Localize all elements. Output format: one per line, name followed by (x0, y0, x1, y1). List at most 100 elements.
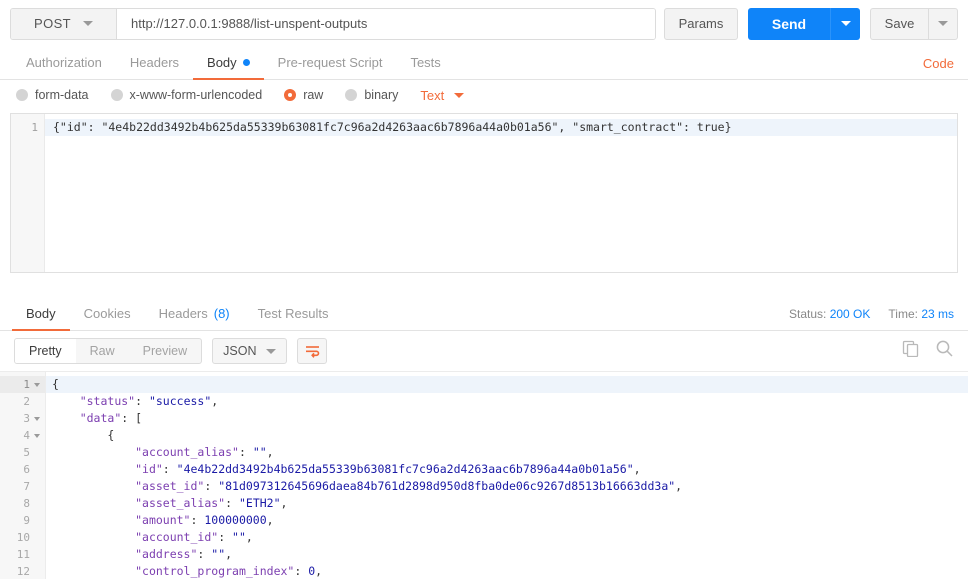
request-body-editor[interactable]: 1 {"id": "4e4b22dd3492b4b625da55339b6308… (10, 113, 958, 273)
body-modified-dot-icon (242, 59, 250, 66)
code-link-label: Code (922, 55, 954, 71)
radio-icon (110, 89, 123, 101)
response-editor-gutter: 12345678910111213 (0, 372, 46, 579)
view-mode-label: Preview (142, 344, 188, 358)
body-type-row: form-data x-www-form-urlencoded raw bina… (0, 80, 968, 110)
save-button[interactable]: Save (870, 7, 928, 40)
view-mode-pretty[interactable]: Pretty (15, 339, 76, 363)
tab-label: Test Results (257, 305, 329, 321)
code-link[interactable]: Code (923, 47, 954, 79)
search-icon (936, 340, 953, 357)
body-type-form-data[interactable]: form-data (16, 88, 89, 102)
response-tab-test-results[interactable]: Test Results (244, 297, 343, 331)
send-label: Send (771, 15, 807, 32)
word-wrap-icon (305, 345, 320, 358)
tab-tests[interactable]: Tests (396, 47, 454, 80)
send-options-button[interactable] (830, 7, 860, 40)
status-value: 200 OK (829, 306, 871, 321)
response-tab-body[interactable]: Body (12, 297, 70, 331)
response-actions (902, 331, 954, 371)
word-wrap-button[interactable] (297, 338, 328, 364)
copy-icon (902, 340, 919, 358)
send-button[interactable]: Send (748, 7, 830, 40)
status-label: Status: (789, 306, 827, 321)
raw-format-label: Text (420, 87, 445, 103)
tab-authorization[interactable]: Authorization (12, 47, 116, 80)
code-line: "id": "4e4b22dd3492b4b625da55339b63081fc… (135, 462, 641, 476)
chevron-down-icon (840, 21, 851, 26)
line-number: 4 (0, 427, 45, 444)
view-mode-label: Raw (89, 344, 115, 358)
request-editor-gutter: 1 (11, 114, 45, 272)
response-format-label: JSON (223, 344, 257, 358)
method-url-group: POST http://127.0.0.1:9888/list-unspent-… (10, 7, 656, 40)
body-type-label: binary (364, 88, 399, 102)
pane-divider[interactable] (0, 273, 968, 297)
code-line: "account_id": "", (135, 530, 253, 544)
code-line: "status": "success", (79, 394, 219, 408)
time-label: Time: (888, 306, 918, 321)
request-body-text: {"id": "4e4b22dd3492b4b625da55339b63081f… (45, 119, 957, 136)
code-line: "asset_id": "81d097312645696daea84b761d2… (135, 479, 683, 493)
tab-label: Headers (158, 305, 208, 321)
fold-triangle-icon[interactable] (34, 382, 40, 387)
chevron-down-icon (938, 21, 948, 26)
code-line: "account_alias": "", (135, 445, 274, 459)
headers-count: (8) (213, 305, 230, 321)
code-line: "address": "", (135, 547, 233, 561)
tab-label: Pre-request Script (277, 55, 383, 70)
http-method-label: POST (34, 16, 71, 31)
body-type-binary[interactable]: binary (345, 88, 398, 102)
code-line: "asset_alias": "ETH2", (135, 496, 288, 510)
body-type-label: form-data (35, 88, 89, 102)
tab-pre-request-script[interactable]: Pre-request Script (264, 47, 397, 80)
url-input[interactable]: http://127.0.0.1:9888/list-unspent-outpu… (117, 8, 655, 39)
response-editor-content[interactable]: { "status": "success", "data": [ { "acco… (46, 372, 968, 579)
line-number: 10 (16, 531, 30, 544)
postman-window: POST http://127.0.0.1:9888/list-unspent-… (0, 0, 968, 579)
request-url-bar: POST http://127.0.0.1:9888/list-unspent-… (0, 0, 968, 47)
view-mode-label: Pretty (29, 344, 62, 358)
fold-triangle-icon[interactable] (34, 416, 40, 421)
params-button[interactable]: Params (664, 7, 738, 40)
code-line: "amount": 100000000, (135, 513, 274, 527)
chevron-down-icon (83, 21, 93, 26)
line-number: 7 (23, 480, 30, 493)
copy-button[interactable] (902, 340, 919, 362)
line-number: 12 (16, 565, 30, 578)
url-text: http://127.0.0.1:9888/list-unspent-outpu… (131, 16, 368, 31)
request-tabs: Authorization Headers Body Pre-request S… (0, 47, 968, 80)
time-badge: Time: 23 ms (888, 307, 954, 321)
line-number: 5 (23, 446, 30, 459)
tab-label: Tests (410, 55, 441, 70)
radio-icon (345, 89, 358, 101)
response-format-selector[interactable]: JSON (212, 338, 288, 364)
http-method-selector[interactable]: POST (11, 8, 117, 39)
request-editor-content[interactable]: {"id": "4e4b22dd3492b4b625da55339b63081f… (45, 114, 957, 272)
body-type-raw[interactable]: raw (284, 88, 323, 102)
params-label: Params (678, 16, 724, 31)
code-line: "data": [ (79, 411, 143, 425)
body-type-x-www-form-urlencoded[interactable]: x-www-form-urlencoded (110, 88, 262, 102)
code-line: { (107, 428, 115, 442)
line-number: 1 (31, 121, 38, 134)
chevron-down-icon (454, 92, 465, 98)
fold-triangle-icon[interactable] (34, 433, 40, 438)
tab-label: Authorization (26, 55, 102, 70)
response-toolbar: Pretty Raw Preview JSON (0, 331, 968, 371)
send-button-group: Send (748, 7, 860, 40)
view-mode-preview[interactable]: Preview (129, 339, 201, 363)
save-options-button[interactable] (928, 7, 958, 40)
view-mode-raw[interactable]: Raw (76, 339, 129, 363)
response-tab-headers[interactable]: Headers (8) (145, 297, 244, 331)
raw-format-selector[interactable]: Text (420, 87, 465, 103)
tab-label: Body (207, 55, 237, 70)
response-body-editor[interactable]: 12345678910111213 { "status": "success",… (0, 371, 968, 579)
search-button[interactable] (935, 339, 954, 363)
body-type-label: raw (303, 88, 324, 102)
response-tab-cookies[interactable]: Cookies (70, 297, 145, 331)
line-number: 6 (23, 463, 30, 476)
tab-headers[interactable]: Headers (116, 47, 193, 80)
tab-body[interactable]: Body (193, 47, 264, 80)
line-number: 2 (23, 395, 30, 408)
